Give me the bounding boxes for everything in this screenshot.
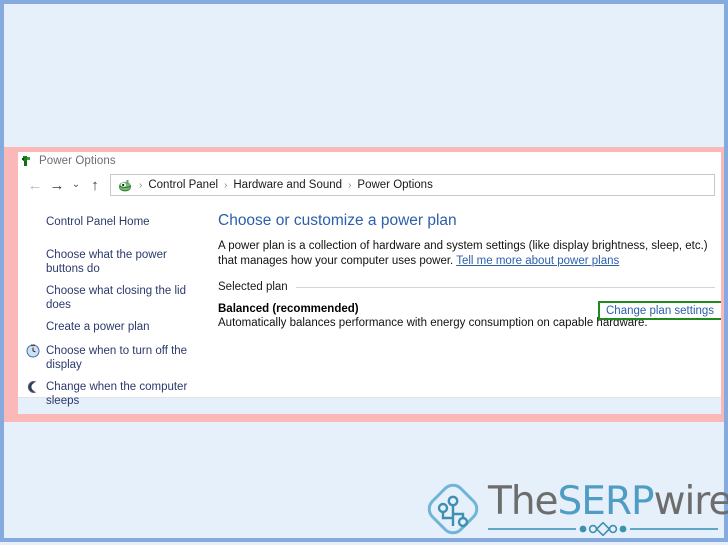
blank-icon	[26, 284, 42, 300]
window-body: Control Panel Home Choose what the power…	[18, 201, 721, 407]
content-pane: Choose or customize a power plan A power…	[204, 201, 721, 397]
circuit-diamond-icon	[422, 478, 484, 540]
sidebar-item-label: Choose when to turn off the display	[46, 345, 188, 371]
tell-me-more-link[interactable]: Tell me more about power plans	[456, 255, 619, 267]
group-divider	[295, 286, 715, 288]
intro-paragraph: A power plan is a collection of hardware…	[218, 239, 721, 269]
watermark-wordmark: TheSERPwire	[488, 482, 728, 522]
moon-icon	[26, 380, 42, 396]
breadcrumb-item-power-options[interactable]: Power Options	[355, 179, 434, 191]
sidebar-item-turn-off-display[interactable]: Choose when to turn off the display	[18, 340, 204, 376]
breadcrumb-separator-1[interactable]: ›	[220, 180, 231, 191]
back-button[interactable]: ←	[24, 174, 46, 196]
window-title: Power Options	[39, 154, 116, 167]
page-title: Choose or customize a power plan	[218, 212, 457, 229]
control-panel-icon	[117, 177, 133, 193]
breadcrumb-separator-2[interactable]: ›	[344, 180, 355, 191]
blank-icon	[26, 215, 42, 231]
sidebar-item-control-panel-home[interactable]: Control Panel Home	[18, 211, 204, 235]
plan-row-balanced: Balanced (recommended) Automatically bal…	[218, 301, 721, 329]
breadcrumb-item-hardware-and-sound[interactable]: Hardware and Sound	[231, 179, 344, 191]
sidebar-item-label: Change when the computer sleeps	[46, 381, 188, 407]
sidebar-item-computer-sleeps[interactable]: Change when the computer sleeps	[18, 376, 204, 412]
sidebar-item-label: Choose what closing the lid does	[46, 285, 186, 311]
recent-locations-button[interactable]: ⌄	[68, 174, 84, 196]
blank-icon	[26, 320, 42, 336]
watermark-serp: SERP	[557, 479, 655, 524]
breadcrumb-item-control-panel[interactable]: Control Panel	[146, 179, 220, 191]
sidebar-item-power-buttons[interactable]: Choose what the power buttons do	[18, 244, 204, 280]
watermark-logo: TheSERPwire	[422, 478, 728, 540]
sidebar-item-label: Create a power plan	[46, 321, 150, 333]
sidebar-item-label: Choose what the power buttons do	[46, 249, 167, 275]
selected-plan-label: Selected plan	[218, 281, 288, 293]
change-plan-settings-link[interactable]: Change plan settings	[606, 305, 714, 317]
watermark-the: The	[488, 479, 559, 524]
watermark-text: TheSERPwire	[488, 482, 728, 537]
watermark-wire: wire	[653, 479, 728, 524]
sidebar-item-create-power-plan[interactable]: Create a power plan	[18, 316, 204, 340]
navigation-toolbar: ← → ⌄ ↑ › Control Panel › Hardware and S…	[18, 169, 721, 201]
address-bar[interactable]: › Control Panel › Hardware and Sound › P…	[110, 174, 715, 196]
blank-icon	[26, 248, 42, 264]
watermark-divider	[488, 521, 728, 537]
screenshot-root: Power Options ← → ⌄ ↑ › Control Panel › …	[0, 0, 728, 542]
power-options-window: Power Options ← → ⌄ ↑ › Control Panel › …	[18, 152, 721, 414]
forward-button[interactable]: →	[46, 174, 68, 196]
clock-icon	[26, 344, 42, 360]
sidebar: Control Panel Home Choose what the power…	[18, 201, 204, 407]
selected-plan-group-header: Selected plan	[218, 281, 721, 293]
power-plug-icon	[22, 155, 34, 167]
window-titlebar: Power Options	[18, 152, 721, 169]
up-button[interactable]: ↑	[84, 174, 106, 196]
sidebar-item-label: Control Panel Home	[46, 216, 150, 228]
breadcrumb-separator-0: ›	[139, 179, 143, 191]
change-plan-settings-callout: Change plan settings	[598, 301, 721, 320]
sidebar-item-closing-lid[interactable]: Choose what closing the lid does	[18, 280, 204, 316]
